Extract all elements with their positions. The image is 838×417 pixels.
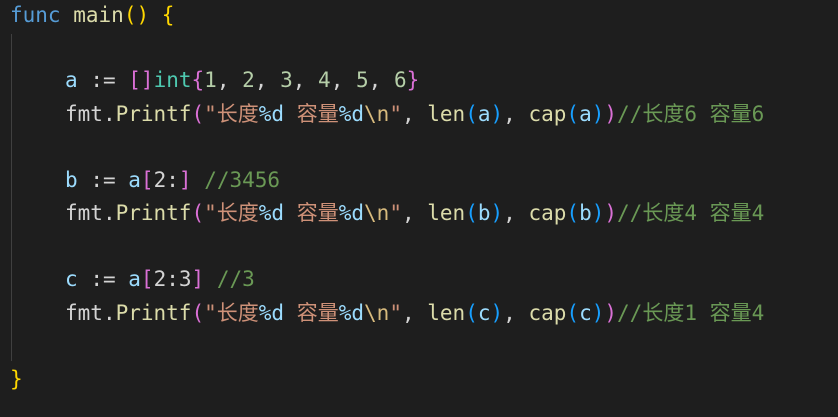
paren-close: ) [490, 102, 504, 126]
code-comment: //长度6 容量6 [617, 102, 765, 126]
variable-a: a [128, 168, 141, 192]
function-printf: Printf [115, 201, 192, 225]
brace-open: { [161, 3, 175, 27]
paren-open: ( [566, 201, 580, 225]
package-fmt: fmt [65, 201, 103, 225]
format-verb: %d [338, 201, 365, 225]
number-literal: 2 [242, 68, 255, 92]
assign-operator: := [90, 168, 116, 192]
argument-variable: b [579, 201, 592, 225]
function-cap: cap [528, 102, 567, 126]
bracket-open: [ [140, 168, 154, 192]
code-comment: //长度1 容量4 [617, 301, 765, 325]
code-comment: //长度4 容量4 [617, 201, 765, 225]
type-int: int [153, 68, 192, 92]
paren-open: ( [465, 301, 478, 325]
escape-sequence: \n [364, 301, 390, 325]
paren-close: ) [136, 3, 150, 27]
paren-close: ) [591, 201, 605, 225]
variable-a: a [128, 267, 141, 291]
paren-open: ( [191, 301, 205, 325]
string-literal: "长度 [204, 301, 259, 325]
paren-close: ) [591, 102, 605, 126]
function-len: len [427, 102, 466, 126]
paren-open: ( [191, 201, 205, 225]
paren-open: ( [191, 102, 205, 126]
paren-close: ) [490, 301, 504, 325]
string-literal: 容量 [284, 301, 339, 325]
brace-close: } [10, 367, 23, 391]
bracket-close: ] [140, 68, 154, 92]
function-len: len [427, 301, 466, 325]
format-verb: %d [258, 201, 285, 225]
format-verb: %d [258, 301, 285, 325]
variable-c: c [65, 267, 78, 291]
function-len: len [427, 201, 466, 225]
code-line-9[interactable]: c := a[2:3] //3 [10, 262, 255, 296]
assign-operator: := [90, 68, 116, 92]
bracket-close: ] [191, 267, 205, 291]
variable-a: a [65, 68, 78, 92]
slice-expression: 2: [153, 168, 179, 192]
bracket-open: [ [140, 267, 154, 291]
paren-close: ) [490, 201, 504, 225]
literal-brace-open: { [191, 68, 205, 92]
paren-open: ( [566, 102, 580, 126]
slice-expression: 2:3 [153, 267, 192, 291]
code-line-10[interactable]: fmt.Printf("长度%d 容量%d\n", len(c), cap(c)… [10, 296, 764, 330]
code-line-3[interactable]: a := []int{1, 2, 3, 4, 5, 6} [10, 63, 419, 97]
number-literal: 4 [318, 68, 331, 92]
argument-variable: c [477, 301, 491, 325]
function-cap: cap [528, 201, 567, 225]
format-verb: %d [338, 102, 365, 126]
function-printf: Printf [115, 301, 192, 325]
number-literal: 3 [280, 68, 293, 92]
code-editor[interactable]: func main() { a := []int{1, 2, 3, 4, 5, … [0, 0, 838, 417]
paren-open: ( [465, 102, 478, 126]
code-comment: //3 [216, 267, 255, 291]
string-literal: "长度 [204, 102, 259, 126]
string-literal: " [389, 201, 402, 225]
argument-variable: c [579, 301, 592, 325]
number-literal: 5 [355, 68, 369, 92]
package-fmt: fmt [65, 102, 103, 126]
assign-operator: := [90, 267, 116, 291]
paren-open: ( [465, 201, 478, 225]
code-line-4[interactable]: fmt.Printf("长度%d 容量%d\n", len(a), cap(a)… [10, 97, 764, 131]
code-line-12[interactable]: } [10, 362, 23, 396]
bracket-open: [ [128, 68, 141, 92]
paren-close: ) [604, 301, 618, 325]
code-comment: //3456 [204, 168, 281, 192]
string-literal: 容量 [284, 102, 339, 126]
string-literal: "长度 [204, 201, 259, 225]
paren-open: ( [566, 301, 580, 325]
paren-close: ) [604, 102, 618, 126]
escape-sequence: \n [364, 102, 390, 126]
function-name-main: main [73, 3, 124, 27]
format-verb: %d [338, 301, 365, 325]
package-fmt: fmt [65, 301, 103, 325]
paren-close: ) [604, 201, 618, 225]
argument-variable: a [579, 102, 592, 126]
string-literal: " [389, 102, 402, 126]
escape-sequence: \n [364, 201, 390, 225]
number-literal: 6 [393, 68, 407, 92]
paren-close: ) [591, 301, 605, 325]
variable-b: b [65, 168, 78, 192]
paren-open: ( [123, 3, 137, 27]
bracket-close: ] [178, 168, 192, 192]
keyword-func: func [10, 3, 61, 27]
literal-brace-close: } [406, 68, 420, 92]
code-line-6[interactable]: b := a[2:] //3456 [10, 163, 280, 197]
function-printf: Printf [115, 102, 192, 126]
number-literal: 1 [204, 68, 217, 92]
code-line-7[interactable]: fmt.Printf("长度%d 容量%d\n", len(b), cap(b)… [10, 196, 764, 230]
function-cap: cap [528, 301, 567, 325]
code-line-1[interactable]: func main() { [10, 0, 174, 32]
format-verb: %d [258, 102, 285, 126]
argument-variable: a [477, 102, 491, 126]
argument-variable: b [477, 201, 491, 225]
string-literal: 容量 [284, 201, 339, 225]
string-literal: " [389, 301, 402, 325]
